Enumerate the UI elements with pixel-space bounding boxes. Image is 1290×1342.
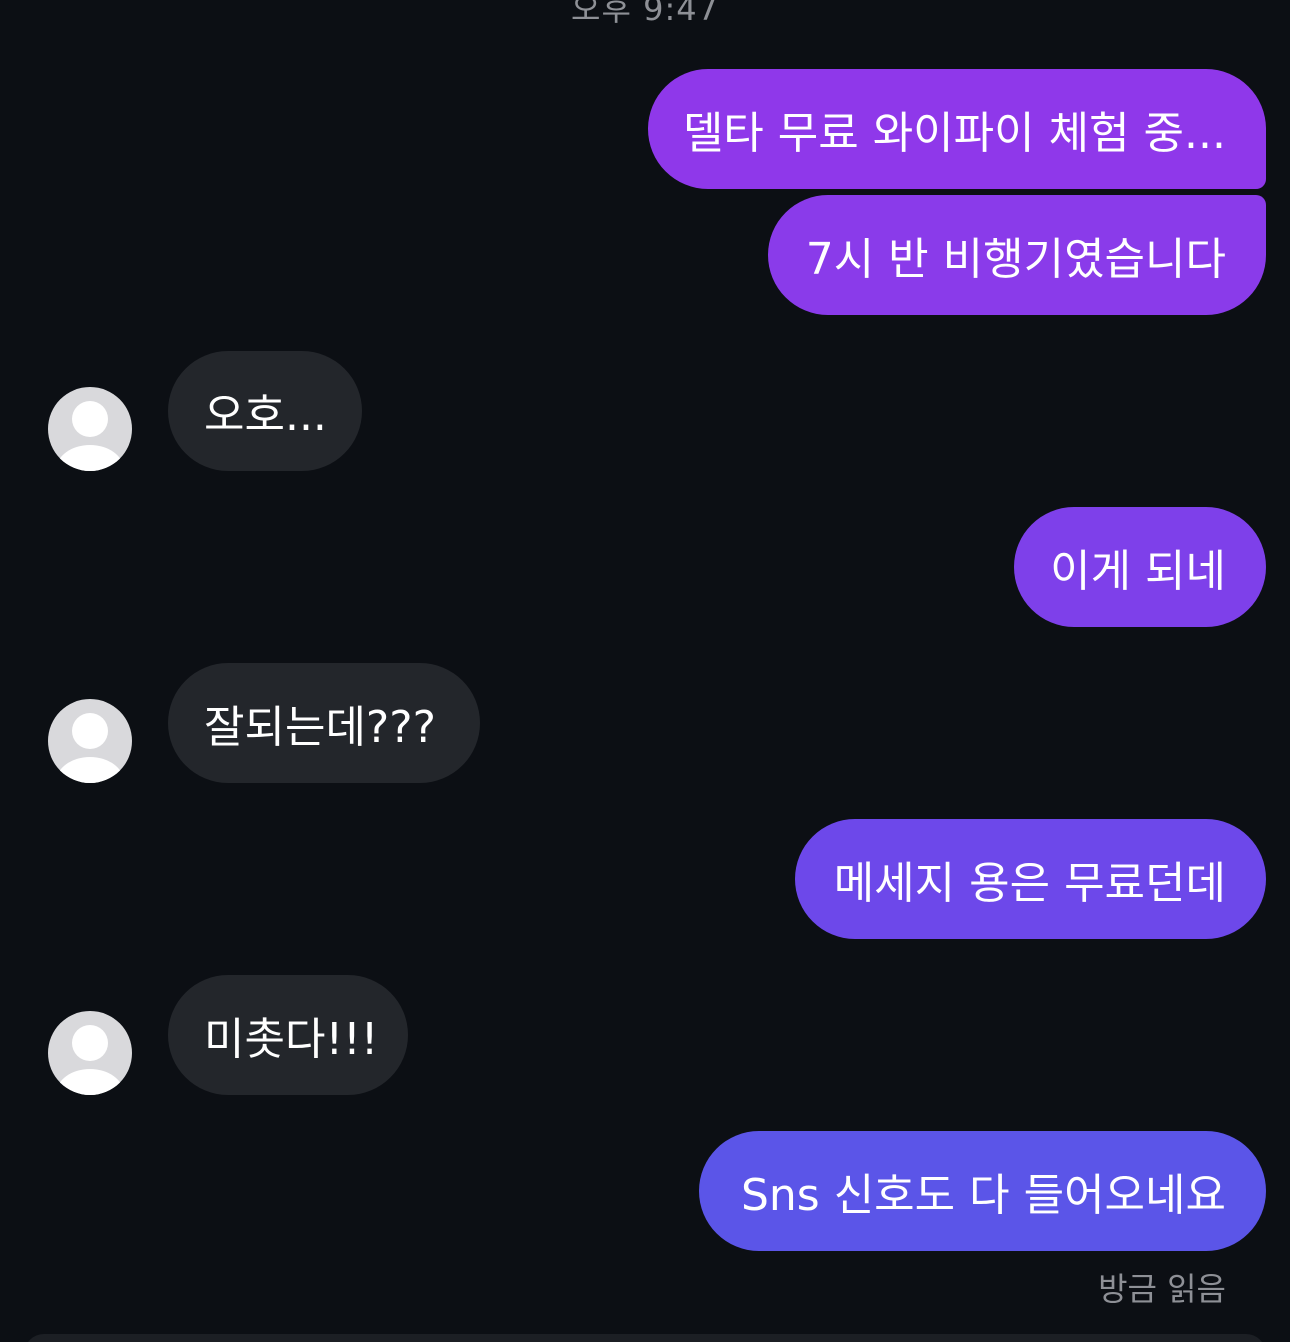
message-text: 델타 무료 와이파이 체험 중... [682, 108, 1226, 159]
sent-message-bubble[interactable]: Sns 신호도 다 들어오네요 [699, 1131, 1266, 1251]
message-text: 잘되는데??? [204, 702, 436, 753]
user-avatar-icon[interactable] [48, 699, 132, 783]
read-receipt: 방금 읽음 [1098, 1270, 1226, 1308]
message-timestamp: 오후 9:47 [571, 0, 719, 28]
received-message-bubble[interactable]: 오호... [168, 351, 362, 471]
message-composer[interactable] [24, 1334, 1266, 1342]
message-text: 메세지 용은 무료던데 [833, 858, 1226, 909]
received-message-bubble[interactable]: 잘되는데??? [168, 663, 480, 783]
message-text: 이게 되네 [1050, 546, 1226, 597]
message-text: Sns 신호도 다 들어오네요 [740, 1170, 1226, 1221]
chat-screen: 오후 9:47 델타 무료 와이파이 체험 중... 7시 반 비행기였습니다 … [0, 0, 1290, 1342]
message-text: 오호... [204, 390, 327, 441]
user-avatar-icon[interactable] [48, 387, 132, 471]
received-message-bubble[interactable]: 미촛다!!! [168, 975, 408, 1095]
sent-message-bubble[interactable]: 델타 무료 와이파이 체험 중... [648, 69, 1266, 189]
message-text: 7시 반 비행기였습니다 [805, 234, 1226, 285]
sent-message-bubble[interactable]: 7시 반 비행기였습니다 [768, 195, 1266, 315]
user-avatar-icon[interactable] [48, 1011, 132, 1095]
sent-message-bubble[interactable]: 메세지 용은 무료던데 [795, 819, 1266, 939]
sent-message-bubble[interactable]: 이게 되네 [1014, 507, 1266, 627]
message-text: 미촛다!!! [204, 1014, 379, 1065]
